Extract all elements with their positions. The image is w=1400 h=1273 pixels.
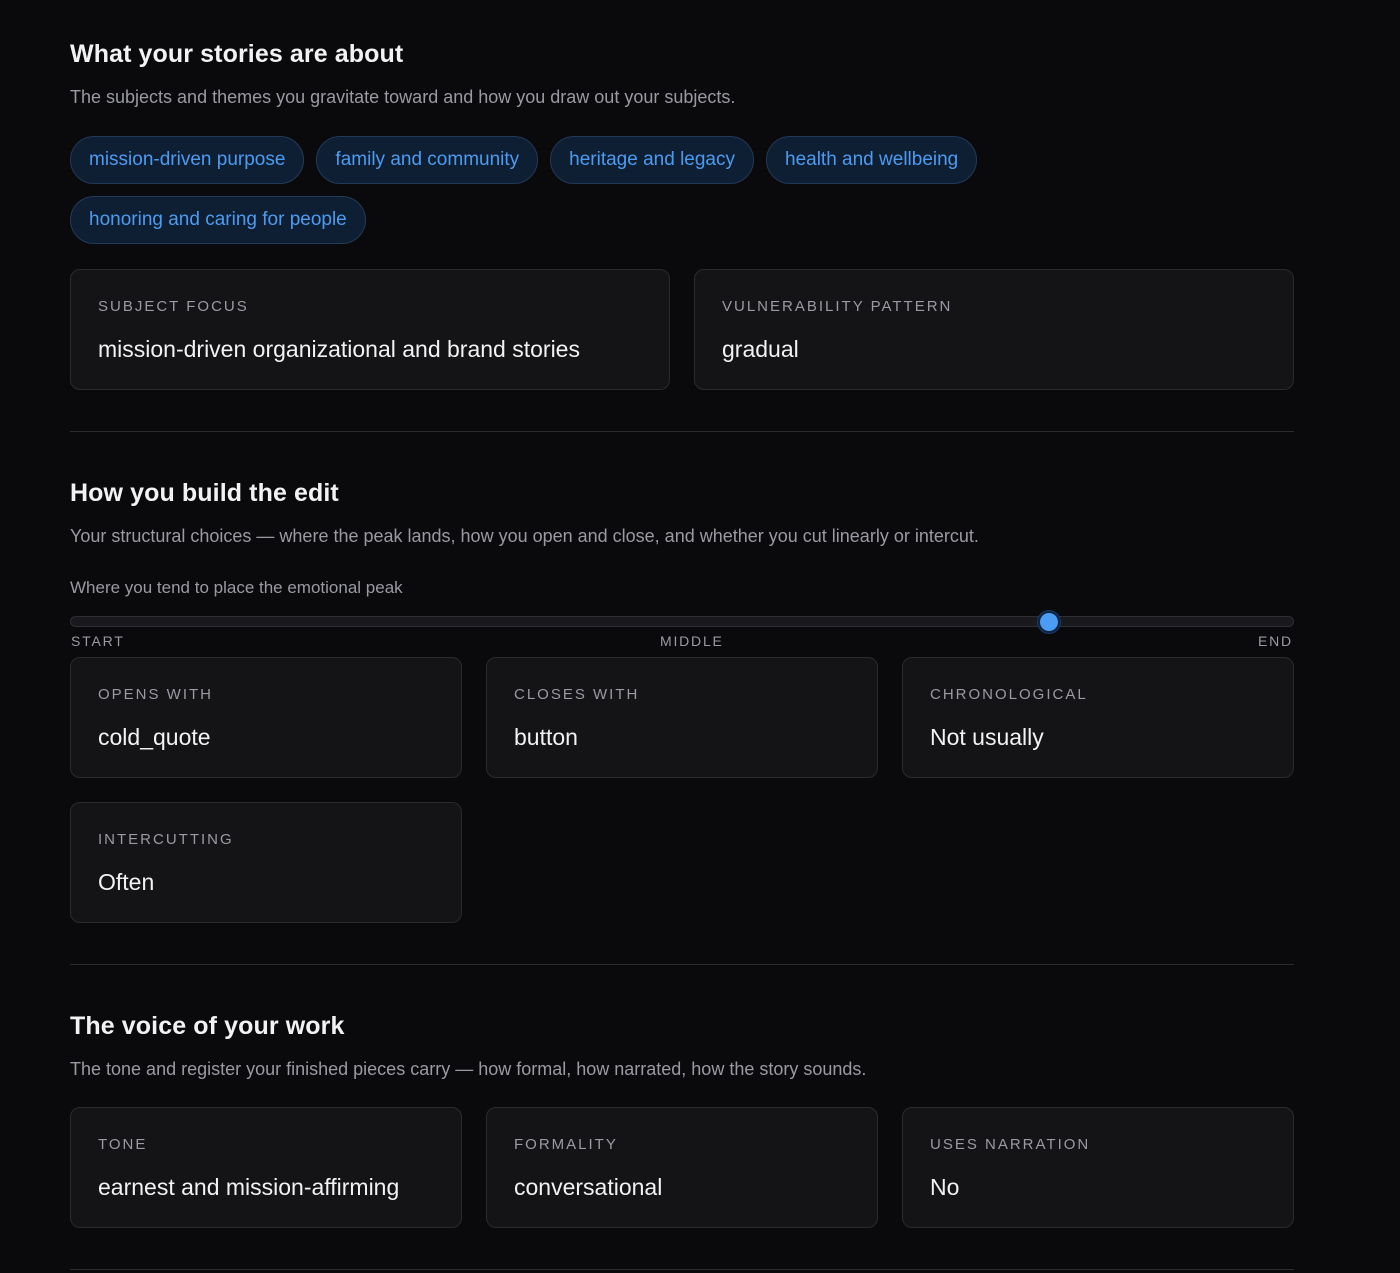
- themes-section-title: What your stories are about: [70, 40, 404, 68]
- theme-tag[interactable]: heritage and legacy: [550, 136, 754, 184]
- card-value: gradual: [722, 336, 799, 362]
- slider-middle-label: MIDDLE: [660, 633, 724, 649]
- card-label: INTERCUTTING: [98, 831, 234, 848]
- slider-end-label: END: [1258, 633, 1293, 649]
- chronological-card: CHRONOLOGICAL Not usually: [902, 657, 1294, 778]
- tone-card: TONE earnest and mission-affirming: [70, 1107, 462, 1228]
- section-divider: [70, 431, 1294, 432]
- card-label: TONE: [98, 1136, 148, 1153]
- theme-tag[interactable]: family and community: [316, 136, 539, 184]
- opens-with-card: OPENS WITH cold_quote: [70, 657, 462, 778]
- uses-narration-card: USES NARRATION No: [902, 1107, 1294, 1228]
- structure-section-title: How you build the edit: [70, 479, 339, 507]
- slider-start-label: START: [71, 633, 125, 649]
- theme-tag[interactable]: honoring and caring for people: [70, 196, 366, 244]
- card-label: OPENS WITH: [98, 686, 214, 703]
- closes-with-card: CLOSES WITH button: [486, 657, 878, 778]
- card-label: CHRONOLOGICAL: [930, 686, 1088, 703]
- card-label: FORMALITY: [514, 1136, 618, 1153]
- formality-card: FORMALITY conversational: [486, 1107, 878, 1228]
- peak-slider-thumb[interactable]: [1038, 611, 1061, 633]
- card-value: earnest and mission-affirming: [98, 1174, 400, 1200]
- subject-focus-card: SUBJECT FOCUS mission-driven organizatio…: [70, 269, 670, 390]
- card-value: cold_quote: [98, 724, 211, 750]
- card-value: Not usually: [930, 724, 1044, 750]
- card-value: No: [930, 1174, 960, 1200]
- theme-tag[interactable]: mission-driven purpose: [70, 136, 305, 184]
- voice-section-title: The voice of your work: [70, 1012, 345, 1040]
- profile-page: What your stories are about The subjects…: [0, 0, 1400, 1273]
- card-label: USES NARRATION: [930, 1136, 1091, 1153]
- card-label: SUBJECT FOCUS: [98, 298, 249, 315]
- card-value: mission-driven organizational and brand …: [98, 336, 580, 362]
- section-divider: [70, 1269, 1294, 1270]
- card-value: Often: [98, 869, 155, 895]
- card-label: CLOSES WITH: [514, 686, 640, 703]
- voice-section-description: The tone and register your finished piec…: [70, 1059, 867, 1079]
- intercutting-card: INTERCUTTING Often: [70, 802, 462, 923]
- card-value: conversational: [514, 1174, 663, 1200]
- peak-slider-label: Where you tend to place the emotional pe…: [70, 578, 403, 597]
- peak-slider-track: [70, 616, 1294, 627]
- card-value: button: [514, 724, 578, 750]
- themes-section-description: The subjects and themes you gravitate to…: [70, 87, 736, 107]
- card-label: VULNERABILITY PATTERN: [722, 298, 953, 315]
- theme-tags: mission-driven purpose family and commun…: [70, 136, 1070, 244]
- vulnerability-pattern-card: VULNERABILITY PATTERN gradual: [694, 269, 1294, 390]
- structure-section-description: Your structural choices — where the peak…: [70, 526, 979, 546]
- section-divider: [70, 964, 1294, 965]
- theme-tag[interactable]: health and wellbeing: [766, 136, 978, 184]
